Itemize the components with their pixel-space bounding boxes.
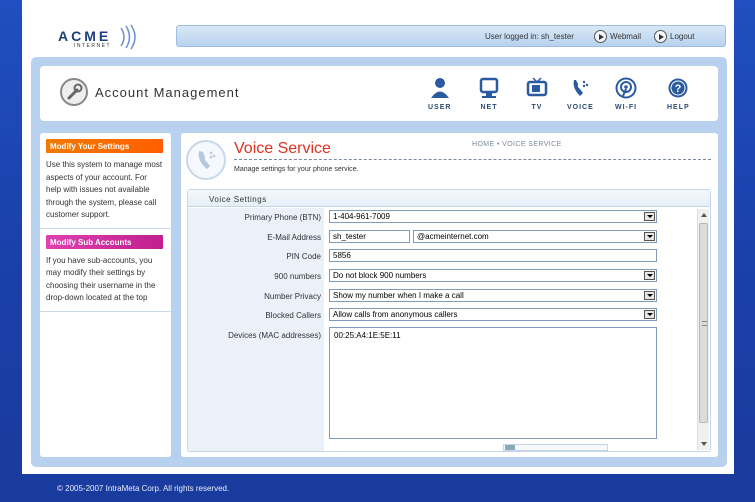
chevron-down-icon[interactable] <box>644 271 655 280</box>
net-icon <box>478 77 500 99</box>
chevron-down-icon[interactable] <box>644 212 655 221</box>
top-bar: User logged in: sh_tester Webmail Logout <box>176 25 726 47</box>
nav-user[interactable]: USER <box>428 77 451 111</box>
pin-code-value: 5856 <box>333 251 351 260</box>
title-divider <box>234 159 711 160</box>
primary-phone-label: Primary Phone (BTN) <box>244 213 321 222</box>
acme-logo[interactable]: ACME INTERNET <box>30 22 140 52</box>
email-domain-select[interactable]: @acmeinternet.com <box>413 230 657 243</box>
section-subtitle: Manage settings for your phone service. <box>234 166 359 173</box>
scroll-down-icon[interactable] <box>701 442 707 446</box>
blocked-callers-value: Allow calls from anonymous callers <box>333 310 458 319</box>
wifi-icon <box>615 77 637 99</box>
play-icon <box>654 30 667 43</box>
900-numbers-select[interactable]: Do not block 900 numbers <box>329 269 657 282</box>
primary-phone-select[interactable]: 1-404-961-7009 <box>329 210 657 223</box>
sidebar-text-subaccounts: If you have sub-accounts, you may modify… <box>46 255 156 303</box>
nav-label: USER <box>428 104 452 111</box>
nav-label: WI-FI <box>615 104 638 111</box>
resize-strip <box>503 444 608 451</box>
user-icon <box>429 77 451 99</box>
webmail-label: Webmail <box>610 32 641 41</box>
nav-label: VOICE <box>567 104 594 111</box>
scroll-thumb[interactable] <box>699 223 708 423</box>
scrollbar[interactable] <box>697 209 709 450</box>
devices-label: Devices (MAC addresses) <box>228 331 321 340</box>
scroll-up-icon[interactable] <box>701 213 707 217</box>
label-column: Primary Phone (BTN) E-Mail Address PIN C… <box>188 208 324 451</box>
email-user-field[interactable]: sh_tester <box>329 230 410 243</box>
nav-label: TV <box>531 104 543 111</box>
footer-copyright: © 2005-2007 IntraMeta Corp. All rights r… <box>57 484 230 493</box>
blocked-callers-label: Blocked Callers <box>265 311 321 320</box>
logo-name: ACME <box>58 28 112 44</box>
sidebar-heading-subaccounts[interactable]: Modify Sub Accounts <box>46 234 163 249</box>
section-title: Voice Service <box>234 140 331 157</box>
pin-code-field[interactable]: 5856 <box>329 249 657 262</box>
blocked-callers-select[interactable]: Allow calls from anonymous callers <box>329 308 657 321</box>
devices-value: 00:25:A4:1E:5E:11 <box>334 331 401 340</box>
nav-tv[interactable]: TV <box>526 77 548 111</box>
nav-voice[interactable]: VOICE <box>567 77 594 111</box>
login-status: User logged in: sh_tester <box>485 32 574 41</box>
nav-net[interactable]: NET <box>478 77 500 111</box>
email-user-value: sh_tester <box>333 232 366 241</box>
settings-title: Voice Settings <box>209 195 267 204</box>
play-icon <box>594 30 607 43</box>
chevron-down-icon[interactable] <box>644 291 655 300</box>
breadcrumb[interactable]: HOME • VOICE SERVICE <box>472 141 562 148</box>
primary-phone-value: 1-404-961-7009 <box>333 212 390 221</box>
sidebar: Modify Your Settings Use this system to … <box>40 133 171 457</box>
900-numbers-value: Do not block 900 numbers <box>333 271 427 280</box>
sidebar-divider <box>40 227 171 229</box>
devices-textarea[interactable]: 00:25:A4:1E:5E:11 <box>329 327 657 439</box>
sidebar-text-settings: Use this system to manage most aspects o… <box>46 160 163 219</box>
svg-text:?: ? <box>675 83 682 95</box>
logout-link[interactable]: Logout <box>654 30 694 43</box>
900-numbers-label: 900 numbers <box>274 272 321 281</box>
strip-icon <box>505 445 515 450</box>
webmail-link[interactable]: Webmail <box>594 30 641 43</box>
help-icon: ? <box>667 77 689 99</box>
email-label: E-Mail Address <box>267 233 321 242</box>
tv-icon <box>526 77 548 99</box>
page-title: Account Management <box>95 85 240 100</box>
pin-label: PIN Code <box>286 252 321 261</box>
chevron-down-icon[interactable] <box>644 232 655 241</box>
email-domain-value: @acmeinternet.com <box>417 232 489 241</box>
wrench-icon <box>60 78 88 106</box>
number-privacy-select[interactable]: Show my number when I make a call <box>329 289 657 302</box>
phone-icon <box>186 140 226 180</box>
number-privacy-value: Show my number when I make a call <box>333 291 464 300</box>
logout-label: Logout <box>670 32 695 41</box>
number-privacy-label: Number Privacy <box>264 292 321 301</box>
chevron-down-icon[interactable] <box>644 310 655 319</box>
nav-label: HELP <box>667 104 690 111</box>
logo-waves-icon <box>120 24 136 50</box>
sidebar-heading-settings[interactable]: Modify Your Settings <box>46 139 163 153</box>
sidebar-divider <box>40 310 171 312</box>
nav-label: NET <box>480 104 498 111</box>
nav-help[interactable]: ? HELP <box>667 77 690 111</box>
logo-sub: INTERNET <box>74 43 111 49</box>
voice-icon <box>569 77 591 99</box>
nav-wifi[interactable]: WI-FI <box>615 77 637 111</box>
